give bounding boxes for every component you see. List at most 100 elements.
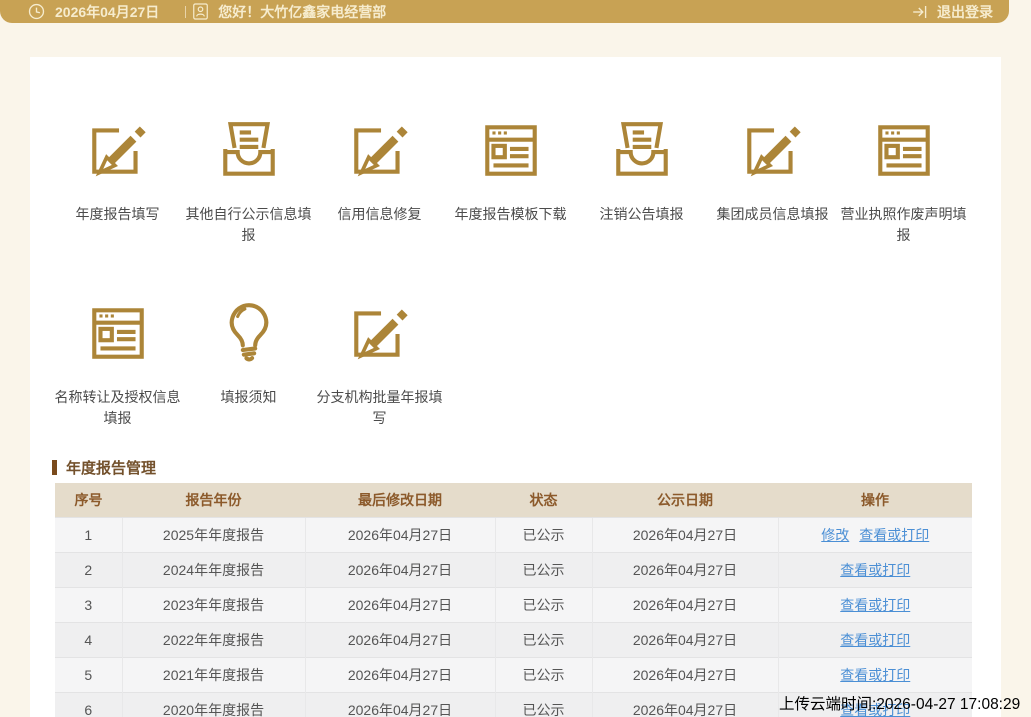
- quick-action-label: 年度报告填写: [76, 204, 160, 225]
- inbox-icon: [609, 117, 675, 183]
- publish-date-cell: 2026年04月27日: [592, 657, 778, 692]
- section-marker: [52, 460, 57, 475]
- status-cell: 已公示: [495, 587, 592, 622]
- actions-cell: 修改查看或打印: [778, 517, 972, 552]
- report-year-cell: 2020年年度报告: [122, 692, 305, 717]
- current-date: 2026年04月27日: [55, 2, 159, 22]
- report-year-cell: 2025年年度报告: [122, 517, 305, 552]
- user-greeting: 您好！大竹亿鑫家电经营部: [218, 2, 386, 22]
- browser-icon: [871, 117, 937, 183]
- quick-action-item[interactable]: 信用信息修复: [314, 117, 445, 246]
- table-row: 3 2023年年度报告 2026年04月27日 已公示 2026年04月27日 …: [55, 587, 972, 622]
- clock-icon: [28, 3, 45, 20]
- actions-cell: 查看或打印: [778, 587, 972, 622]
- inbox-icon: [216, 117, 282, 183]
- publish-date-cell: 2026年04月27日: [592, 552, 778, 587]
- quick-action-label: 其他自行公示信息填报: [183, 204, 314, 246]
- upload-cloud-time: 上传云端时间:2026-04-27 17:08:29: [779, 692, 1020, 714]
- quick-action-item[interactable]: 营业执照作废声明填报: [838, 117, 969, 246]
- last-modified-cell: 2026年04月27日: [305, 517, 495, 552]
- last-modified-cell: 2026年04月27日: [305, 692, 495, 717]
- table-row: 5 2021年年度报告 2026年04月27日 已公示 2026年04月27日 …: [55, 657, 972, 692]
- view-or-print-link[interactable]: 查看或打印: [840, 667, 910, 683]
- actions-cell: 查看或打印: [778, 657, 972, 692]
- row-index-cell: 4: [55, 622, 122, 657]
- quick-action-label: 分支机构批量年报填写: [314, 387, 445, 429]
- table-header-row: 序号 报告年份 最后修改日期 状态 公示日期 操作: [55, 483, 972, 517]
- actions-cell: 查看或打印: [778, 622, 972, 657]
- last-modified-cell: 2026年04月27日: [305, 657, 495, 692]
- quick-actions-row-2: 名称转让及授权信息填报 填报须知 分支机构批量年报填写: [52, 300, 445, 429]
- quick-action-item[interactable]: 分支机构批量年报填写: [314, 300, 445, 429]
- column-header-actions: 操作: [778, 483, 972, 517]
- quick-action-label: 名称转让及授权信息填报: [52, 387, 183, 429]
- last-modified-cell: 2026年04月27日: [305, 552, 495, 587]
- report-year-cell: 2021年年度报告: [122, 657, 305, 692]
- main-panel: 年度报告填写 其他自行公示信息填报 信用信息修复 年度报告模板下载: [30, 57, 1001, 717]
- row-index-cell: 3: [55, 587, 122, 622]
- quick-action-item[interactable]: 年度报告填写: [52, 117, 183, 246]
- browser-icon: [478, 117, 544, 183]
- table-row: 2 2024年年度报告 2026年04月27日 已公示 2026年04月27日 …: [55, 552, 972, 587]
- modify-link[interactable]: 修改: [821, 527, 849, 543]
- logout-button[interactable]: 退出登录: [912, 2, 993, 22]
- logout-label: 退出登录: [937, 2, 993, 22]
- view-or-print-link[interactable]: 查看或打印: [840, 597, 910, 613]
- table-row: 4 2022年年度报告 2026年04月27日 已公示 2026年04月27日 …: [55, 622, 972, 657]
- quick-actions-row-1: 年度报告填写 其他自行公示信息填报 信用信息修复 年度报告模板下载: [52, 117, 969, 246]
- report-year-cell: 2024年年度报告: [122, 552, 305, 587]
- actions-cell: 查看或打印: [778, 552, 972, 587]
- publish-date-cell: 2026年04月27日: [592, 517, 778, 552]
- row-index-cell: 6: [55, 692, 122, 717]
- quick-action-label: 营业执照作废声明填报: [838, 204, 969, 246]
- quick-action-label: 年度报告模板下载: [455, 204, 567, 225]
- column-header-status: 状态: [495, 483, 592, 517]
- annual-report-table: 序号 报告年份 最后修改日期 状态 公示日期 操作 1 2025年年度报告 20…: [55, 483, 972, 717]
- publish-date-cell: 2026年04月27日: [592, 587, 778, 622]
- row-index-cell: 5: [55, 657, 122, 692]
- last-modified-cell: 2026年04月27日: [305, 587, 495, 622]
- column-header-publish-date: 公示日期: [592, 483, 778, 517]
- quick-action-label: 注销公告填报: [600, 204, 684, 225]
- status-cell: 已公示: [495, 552, 592, 587]
- logout-icon: [912, 4, 928, 20]
- table-row: 1 2025年年度报告 2026年04月27日 已公示 2026年04月27日 …: [55, 517, 972, 552]
- last-modified-cell: 2026年04月27日: [305, 622, 495, 657]
- report-section-header: 年度报告管理: [52, 457, 156, 478]
- report-year-cell: 2022年年度报告: [122, 622, 305, 657]
- quick-action-item[interactable]: 注销公告填报: [576, 117, 707, 246]
- column-header-report-year: 报告年份: [122, 483, 305, 517]
- edit-icon: [85, 117, 151, 183]
- edit-icon: [347, 117, 413, 183]
- status-cell: 已公示: [495, 622, 592, 657]
- topbar: 2026年04月27日 您好！大竹亿鑫家电经营部 退出登录: [0, 0, 1009, 23]
- quick-action-label: 集团成员信息填报: [717, 204, 829, 225]
- quick-action-item[interactable]: 集团成员信息填报: [707, 117, 838, 246]
- report-year-cell: 2023年年度报告: [122, 587, 305, 622]
- quick-action-item[interactable]: 填报须知: [183, 300, 314, 429]
- publish-date-cell: 2026年04月27日: [592, 692, 778, 717]
- column-header-last-modified: 最后修改日期: [305, 483, 495, 517]
- quick-action-item[interactable]: 名称转让及授权信息填报: [52, 300, 183, 429]
- publish-date-cell: 2026年04月27日: [592, 622, 778, 657]
- quick-action-item[interactable]: 其他自行公示信息填报: [183, 117, 314, 246]
- quick-action-item[interactable]: 年度报告模板下载: [445, 117, 576, 246]
- browser-icon: [85, 300, 151, 366]
- view-or-print-link[interactable]: 查看或打印: [859, 527, 929, 543]
- user-icon: [193, 3, 208, 20]
- status-cell: 已公示: [495, 517, 592, 552]
- status-cell: 已公示: [495, 692, 592, 717]
- quick-action-label: 填报须知: [221, 387, 277, 408]
- quick-action-label: 信用信息修复: [338, 204, 422, 225]
- edit-icon: [347, 300, 413, 366]
- row-index-cell: 1: [55, 517, 122, 552]
- view-or-print-link[interactable]: 查看或打印: [840, 562, 910, 578]
- topbar-divider: [185, 6, 186, 18]
- edit-icon: [740, 117, 806, 183]
- view-or-print-link[interactable]: 查看或打印: [840, 632, 910, 648]
- column-header-index: 序号: [55, 483, 122, 517]
- bulb-icon: [216, 300, 282, 366]
- row-index-cell: 2: [55, 552, 122, 587]
- section-title: 年度报告管理: [66, 457, 156, 478]
- status-cell: 已公示: [495, 657, 592, 692]
